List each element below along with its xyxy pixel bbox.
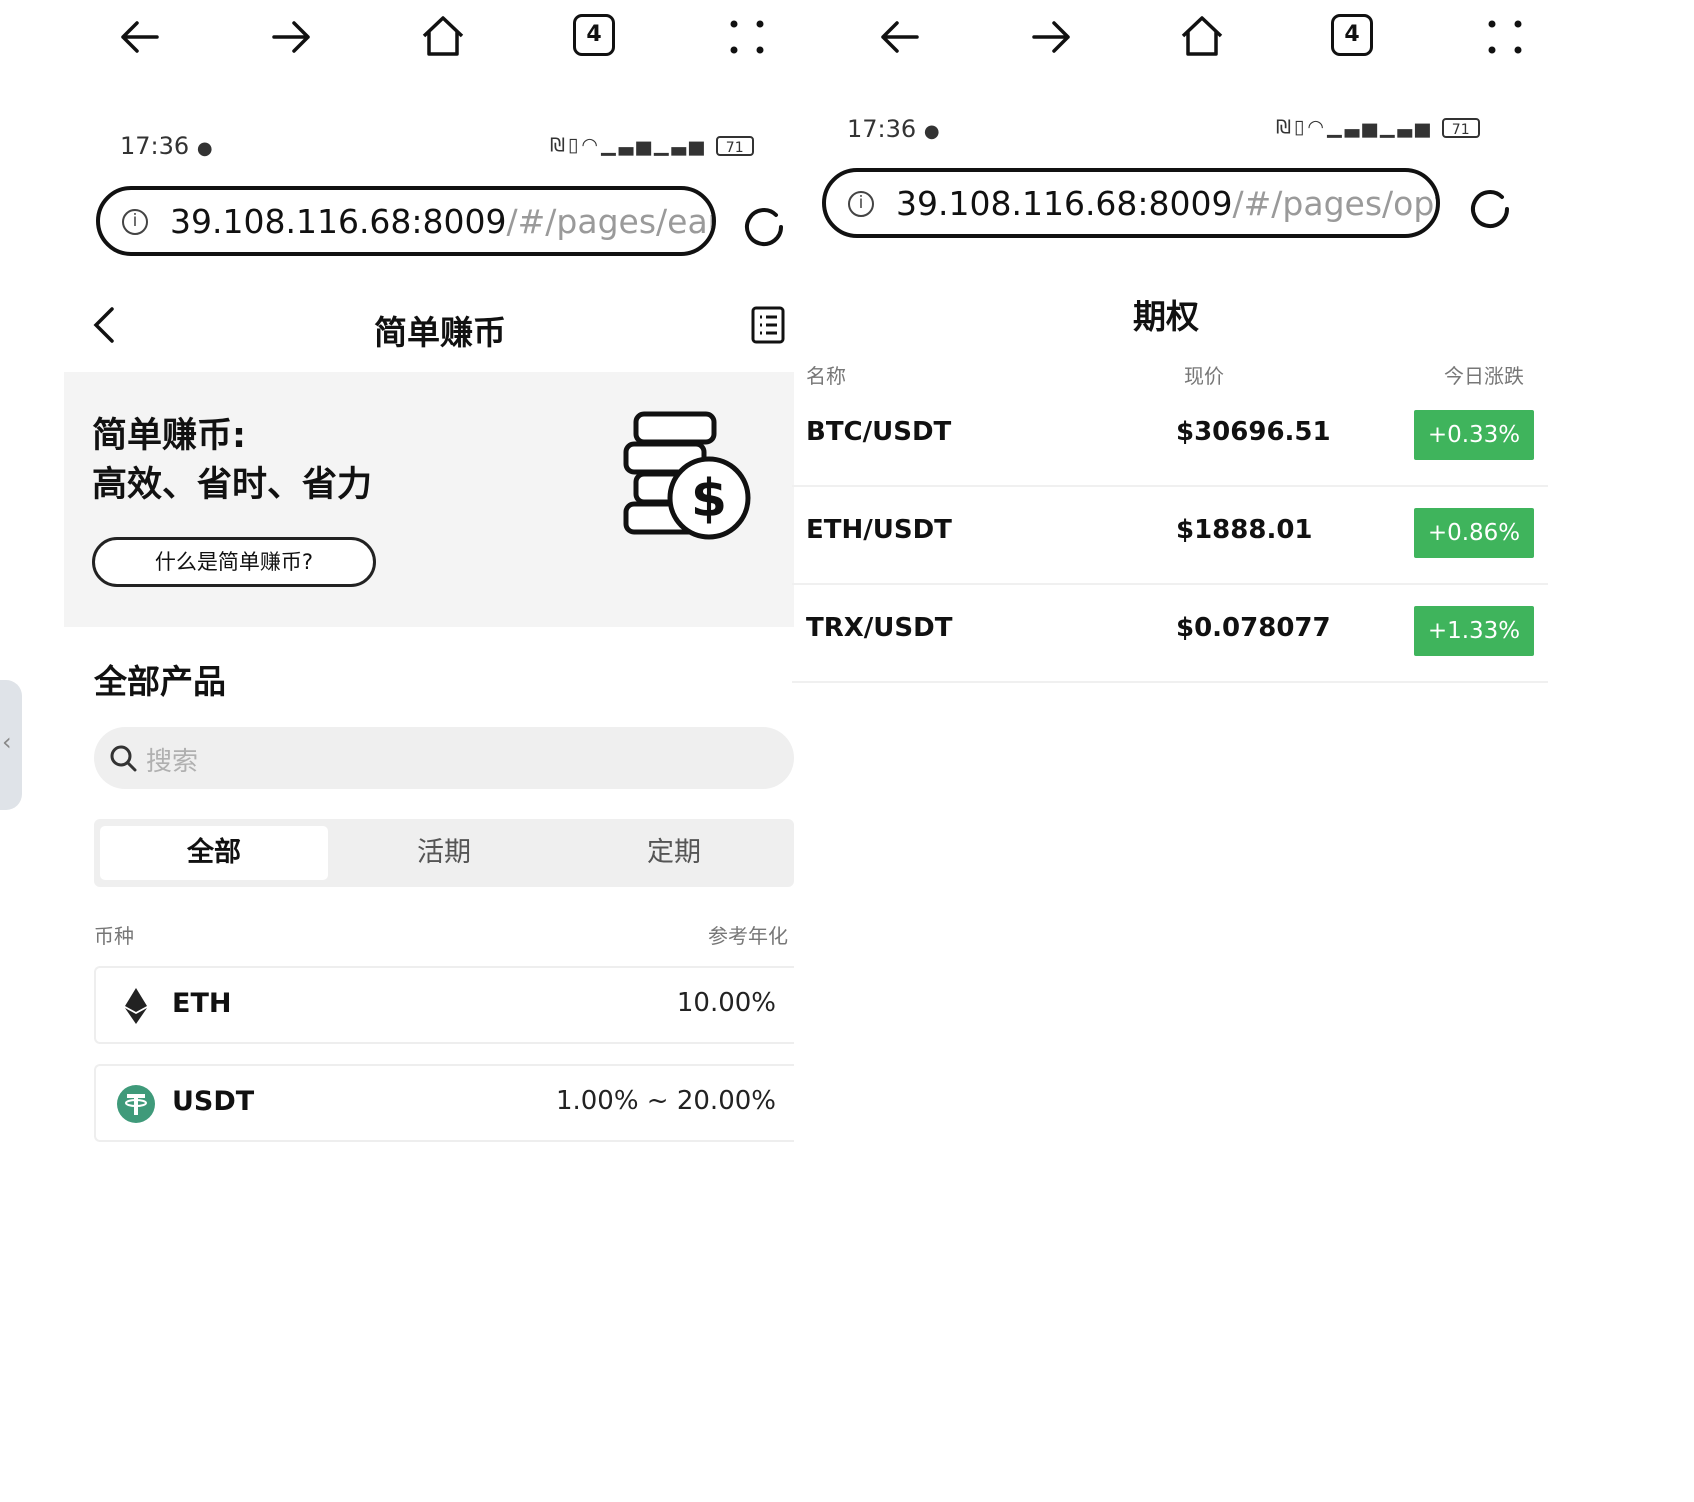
url-bar[interactable]: i 39.108.116.68:8009/#/pages/earn [96,186,716,256]
column-header-apy: 参考年化 [708,924,788,948]
signal-icon: ▁▃▅ [600,134,654,156]
change-badge: +0.86% [1414,508,1534,558]
pair-price: $0.078077 [1176,613,1331,643]
pair-price: $30696.51 [1176,417,1331,447]
status-time: 17:36 ● [120,132,213,160]
signal-icon: ▁▃▅ [1379,116,1433,138]
asset-row-eth[interactable]: ETH 10.00% [94,966,794,1044]
signal-icon: ▁▃▅ [1326,116,1380,138]
search-input[interactable]: 搜索 [94,727,794,789]
asset-rate: 1.00% ~ 20.00% [555,1086,776,1116]
wechat-icon: ● [923,121,940,142]
tab-fixed[interactable]: 定期 [560,826,788,880]
change-badge: +0.33% [1414,410,1534,460]
page-title: 简单赚币 [374,313,506,352]
wechat-icon: ● [196,138,213,159]
signal-icon: ▁▃▅ [653,134,707,156]
url-host: 39.108.116.68:8009 [170,202,507,241]
what-is-simple-earn-button[interactable]: 什么是简单赚币? [92,537,376,587]
menu-dots-icon[interactable] [1480,12,1530,62]
column-header-price: 现价 [1184,364,1224,388]
asset-rate: 10.00% [676,988,776,1018]
page-title: 期权 [1133,297,1199,336]
battery-icon: 71 [715,135,754,156]
url-path: /#/pages/earn [506,202,712,241]
change-badge: +1.33% [1414,606,1534,656]
wifi-icon: ◠ [1307,116,1327,138]
status-icons: ₪▯◠▁▃▅▁▃▅ 71 [1276,116,1480,142]
option-row-eth[interactable]: ETH/USDT $1888.01 +0.86% [792,485,1548,585]
hero-banner: 简单赚币: 高效、省时、省力 什么是简单赚币? $ [64,372,794,627]
hero-title: 简单赚币: 高效、省时、省力 [92,412,372,510]
product-filter-tabs: 全部 活期 定期 [94,819,794,887]
status-icons: ₪▯◠▁▃▅▁▃▅ 71 [550,134,754,160]
coins-dollar-icon: $ [616,410,756,550]
url-host: 39.108.116.68:8009 [896,184,1233,223]
side-drawer-handle[interactable]: ‹ [0,680,22,810]
url-bar[interactable]: i 39.108.116.68:8009/#/pages/optic [822,168,1440,238]
tab-count-button[interactable]: 4 [1331,14,1373,56]
pair-name: ETH/USDT [806,515,952,545]
tether-icon [116,1084,156,1124]
reload-icon[interactable] [1467,186,1513,232]
option-row-btc[interactable]: BTC/USDT $30696.51 +0.33% [792,387,1548,487]
search-icon [110,745,137,772]
tab-flexible[interactable]: 活期 [330,826,558,880]
hero-line-1: 简单赚币: [92,416,246,456]
tab-all[interactable]: 全部 [100,826,328,880]
reload-icon[interactable] [741,204,787,250]
battery-icon: 71 [1441,117,1480,138]
svg-text:$: $ [691,469,727,529]
option-row-trx[interactable]: TRX/USDT $0.078077 +1.33% [792,583,1548,683]
section-title: 全部产品 [94,662,226,701]
forward-arrow-icon[interactable] [266,12,316,62]
nfc-icon: ₪ [1276,116,1294,138]
vibrate-icon: ▯ [567,134,582,156]
status-time: 17:36 ● [847,115,940,143]
asset-row-usdt[interactable]: USDT 1.00% ~ 20.00% [94,1064,794,1142]
ethereum-icon [116,986,156,1026]
chevron-left-icon: ‹ [2,728,12,756]
column-header-name: 名称 [806,364,846,388]
forward-arrow-icon[interactable] [1026,12,1076,62]
tab-count-button[interactable]: 4 [573,14,615,56]
vibrate-icon: ▯ [1293,116,1308,138]
home-icon[interactable] [418,12,468,62]
nfc-icon: ₪ [550,134,568,156]
back-arrow-icon[interactable] [875,12,925,62]
asset-name: USDT [172,1086,255,1117]
column-header-coin: 币种 [94,924,134,948]
column-header-change: 今日涨跌 [1444,364,1524,388]
asset-name: ETH [172,988,232,1019]
pair-name: TRX/USDT [806,613,953,643]
search-placeholder: 搜索 [146,747,199,777]
info-icon[interactable]: i [848,191,874,217]
home-icon[interactable] [1177,12,1227,62]
pair-price: $1888.01 [1176,515,1313,545]
hero-line-2: 高效、省时、省力 [92,465,373,505]
menu-dots-icon[interactable] [722,12,772,62]
records-icon[interactable] [751,306,785,344]
back-arrow-icon[interactable] [115,12,165,62]
wifi-icon: ◠ [581,134,601,156]
url-path: /#/pages/optic [1232,184,1436,223]
back-icon[interactable] [88,305,122,345]
info-icon[interactable]: i [122,209,148,235]
pair-name: BTC/USDT [806,417,952,447]
